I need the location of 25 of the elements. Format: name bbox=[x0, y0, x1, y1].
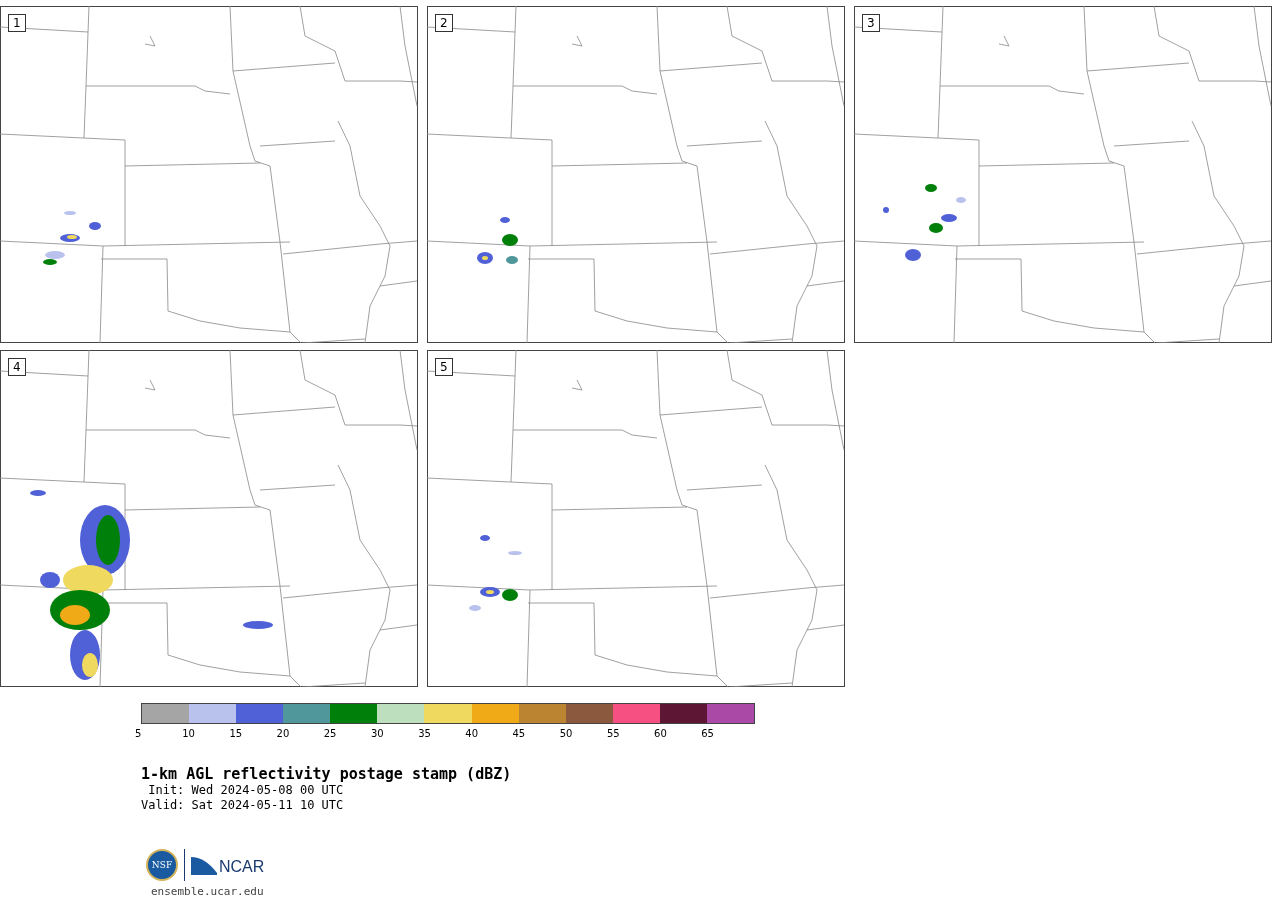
tick-label: 35 bbox=[418, 727, 432, 739]
tick-label: 45 bbox=[512, 727, 527, 739]
panel-number: 4 bbox=[8, 358, 26, 376]
ncar-logo-icon bbox=[191, 855, 217, 875]
tick-label: 60 bbox=[654, 727, 668, 739]
tick-label: 15 bbox=[229, 727, 244, 739]
panel-number: 5 bbox=[435, 358, 453, 376]
tick-label: 40 bbox=[465, 727, 480, 739]
tick-label: 25 bbox=[323, 727, 338, 739]
tick-label: 5 bbox=[135, 727, 143, 739]
panel-number: 1 bbox=[8, 14, 26, 32]
tick-label: 50 bbox=[559, 727, 574, 739]
nsf-logo: NSF bbox=[146, 849, 178, 881]
ncar-logo: NCAR bbox=[219, 858, 265, 876]
tick-label: 55 bbox=[606, 727, 621, 739]
website-url: ensemble.ucar.edu bbox=[151, 885, 265, 898]
valid-time: Valid: Sat 2024-05-11 10 UTC bbox=[141, 798, 345, 813]
panel-number: 3 bbox=[862, 14, 880, 32]
chart-title: 1-km AGL reflectivity postage stamp (dBZ) bbox=[141, 765, 513, 783]
init-time: Init: Wed 2024-05-08 00 UTC bbox=[147, 783, 345, 798]
tick-label: 65 bbox=[701, 727, 715, 739]
panel-number: 2 bbox=[435, 14, 453, 32]
tick-label: 10 bbox=[182, 727, 196, 739]
tick-label: 30 bbox=[370, 727, 385, 739]
tick-label: 20 bbox=[276, 727, 291, 739]
